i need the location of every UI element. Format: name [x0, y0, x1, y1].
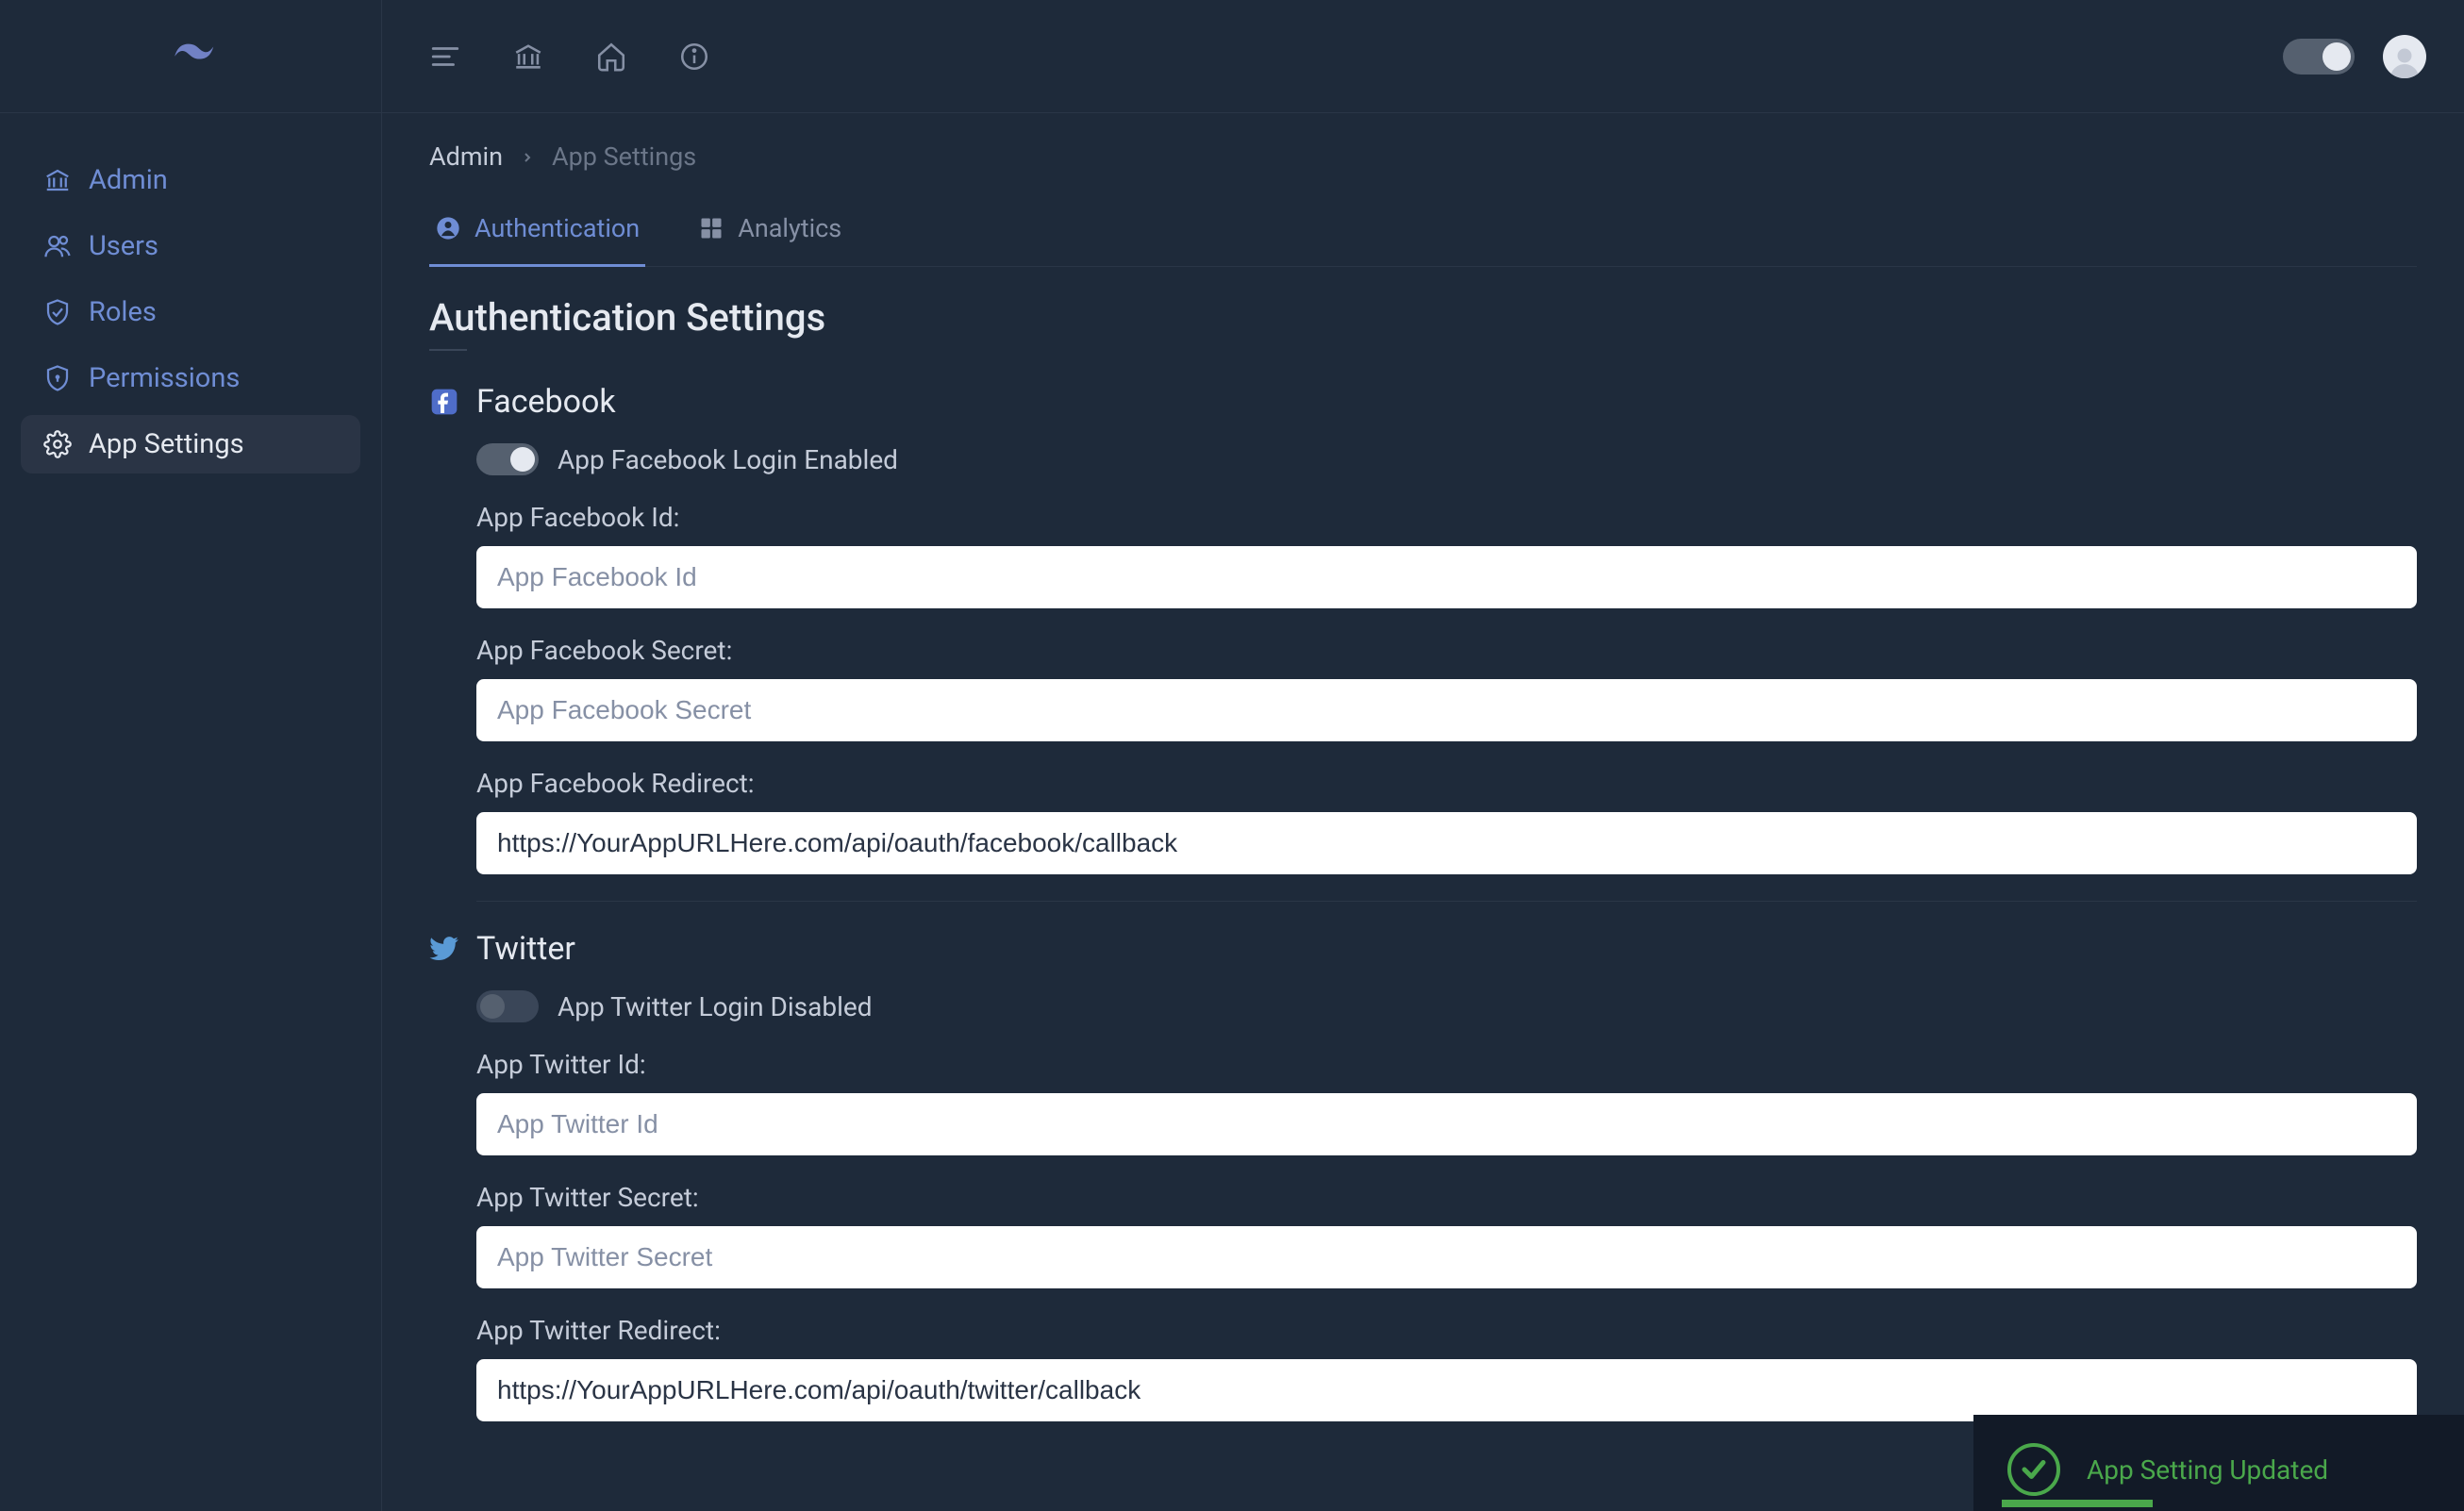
logo-icon[interactable] [164, 36, 217, 76]
grid-icon [698, 215, 724, 241]
breadcrumb-current: App Settings [552, 141, 696, 172]
toast-message: App Setting Updated [2087, 1454, 2328, 1486]
sidebar-item-roles[interactable]: Roles [21, 283, 360, 341]
shield-check-icon [43, 298, 72, 326]
twitter-icon [429, 934, 459, 964]
sidebar-item-admin[interactable]: Admin [21, 151, 360, 209]
field-label: App Twitter Redirect: [476, 1315, 2417, 1346]
tab-label: Analytics [738, 213, 841, 243]
field-label: App Facebook Redirect: [476, 768, 2417, 799]
twitter-login-toggle[interactable] [476, 990, 539, 1022]
facebook-login-toggle[interactable] [476, 443, 539, 475]
breadcrumb-root[interactable]: Admin [429, 141, 503, 172]
provider-twitter: Twitter App Twitter Login Disabled App T… [429, 930, 2417, 1421]
field-label: App Twitter Id: [476, 1049, 2417, 1080]
user-circle-icon [435, 215, 461, 241]
toggle-label: App Facebook Login Enabled [558, 444, 898, 475]
field-label: App Facebook Secret: [476, 635, 2417, 666]
tab-analytics[interactable]: Analytics [692, 200, 847, 266]
divider [476, 901, 2417, 902]
sidebar-item-label: Roles [89, 296, 157, 328]
sidebar-item-permissions[interactable]: Permissions [21, 349, 360, 407]
tab-label: Authentication [474, 213, 640, 243]
avatar[interactable] [2383, 35, 2426, 78]
provider-facebook: Facebook App Facebook Login Enabled App … [429, 383, 2417, 902]
field-label: App Twitter Secret: [476, 1182, 2417, 1213]
twitter-id-input[interactable] [476, 1093, 2417, 1155]
check-circle-icon [2007, 1443, 2060, 1496]
chevron-right-icon [520, 141, 535, 172]
toast-success: App Setting Updated [1973, 1415, 2464, 1511]
theme-toggle[interactable] [2283, 39, 2355, 75]
menu-icon[interactable] [429, 41, 461, 73]
sidebar-item-label: Admin [89, 164, 168, 196]
shield-icon [43, 364, 72, 392]
institution-icon [43, 166, 72, 194]
tab-authentication[interactable]: Authentication [429, 200, 645, 266]
sidebar-item-app-settings[interactable]: App Settings [21, 415, 360, 473]
facebook-secret-input[interactable] [476, 679, 2417, 741]
provider-title: Twitter [476, 930, 575, 968]
field-label: App Facebook Id: [476, 502, 2417, 533]
facebook-redirect-input[interactable] [476, 812, 2417, 874]
info-icon[interactable] [678, 41, 710, 73]
breadcrumb: Admin App Settings [429, 141, 2417, 172]
twitter-secret-input[interactable] [476, 1226, 2417, 1288]
home-icon[interactable] [595, 41, 627, 73]
sidebar-item-label: Users [89, 230, 158, 262]
institution-icon[interactable] [512, 41, 544, 73]
sidebar-item-users[interactable]: Users [21, 217, 360, 275]
title-underline [429, 349, 467, 351]
twitter-redirect-input[interactable] [476, 1359, 2417, 1421]
facebook-icon [429, 387, 459, 417]
sidebar-item-label: Permissions [89, 362, 240, 394]
facebook-id-input[interactable] [476, 546, 2417, 608]
toast-progress [2002, 1500, 2153, 1507]
provider-title: Facebook [476, 383, 616, 421]
users-icon [43, 232, 72, 260]
page-title: Authentication Settings [429, 295, 2417, 340]
gear-icon [43, 430, 72, 458]
toggle-label: App Twitter Login Disabled [558, 991, 873, 1022]
sidebar-item-label: App Settings [89, 428, 244, 460]
